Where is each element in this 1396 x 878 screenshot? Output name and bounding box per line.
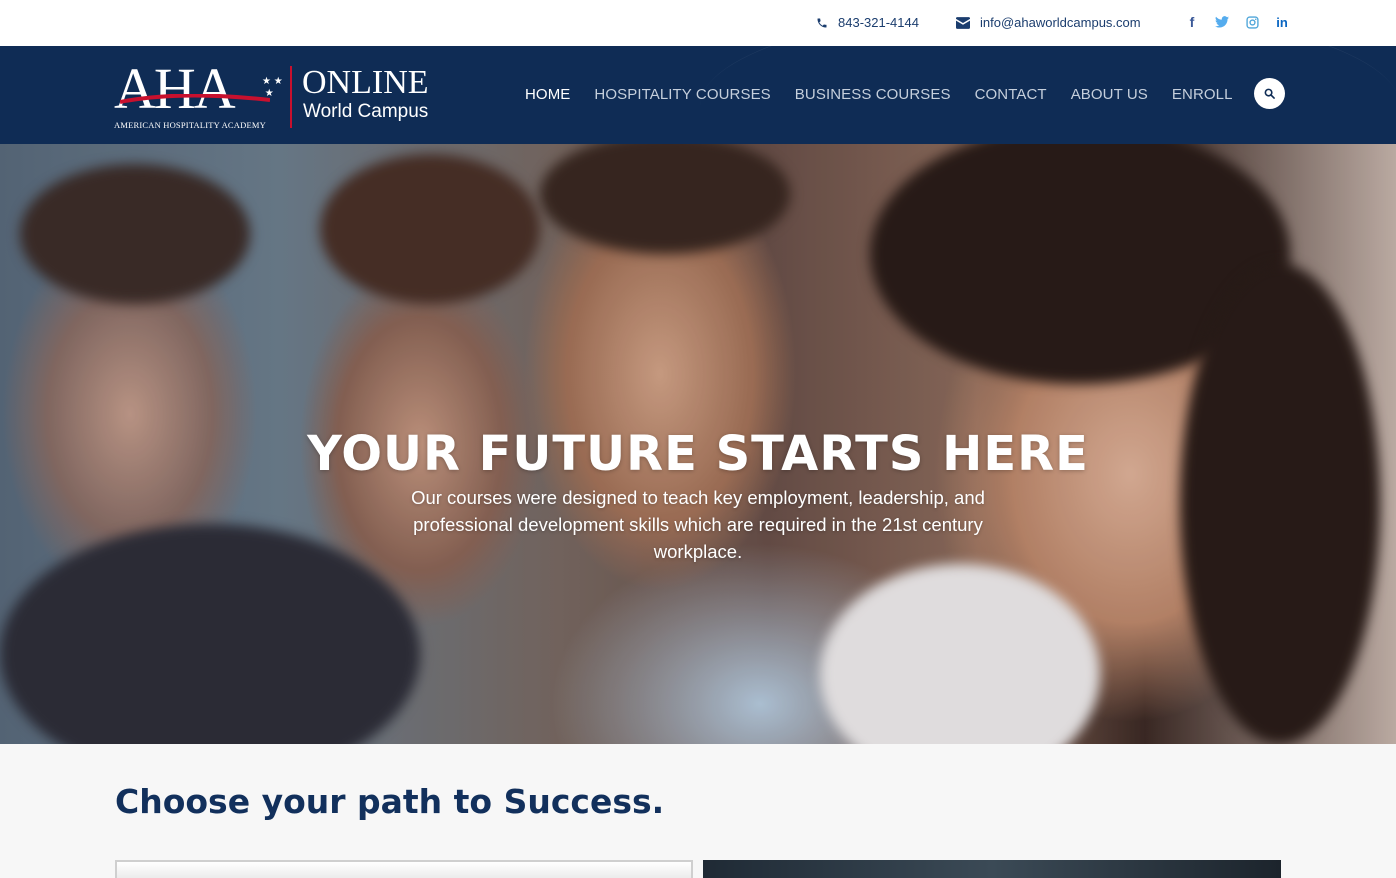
email-address[interactable]: info@ahaworldcampus.com	[980, 15, 1141, 30]
hero-banner: YOUR FUTURE STARTS HERE Our courses were…	[0, 144, 1396, 744]
logo-campus-text: World Campus	[303, 101, 429, 122]
site-logo[interactable]: AHA ★ ★ ★ AMERICAN HOSPITALITY ACADEMY O…	[114, 60, 444, 131]
phone-number[interactable]: 843-321-4144	[838, 15, 919, 30]
nav-hospitality-courses[interactable]: HOSPITALITY COURSES	[594, 86, 770, 103]
phone-contact[interactable]: 843-321-4144	[816, 15, 919, 30]
search-button[interactable]	[1254, 78, 1285, 109]
section-heading: Choose your path to Success.	[115, 782, 665, 821]
main-navbar: AHA ★ ★ ★ AMERICAN HOSPITALITY ACADEMY O…	[0, 46, 1396, 144]
email-contact[interactable]: info@ahaworldcampus.com	[956, 15, 1141, 30]
envelope-icon	[956, 16, 970, 29]
logo-online-text: ONLINE	[302, 64, 429, 101]
top-bar: 843-321-4144 info@ahaworldcampus.com f i…	[0, 0, 1396, 46]
instagram-icon[interactable]	[1244, 13, 1260, 31]
social-links: f in	[1184, 13, 1290, 31]
nav-contact[interactable]: CONTACT	[975, 86, 1047, 103]
linkedin-icon[interactable]: in	[1274, 13, 1290, 31]
logo-stripe	[120, 94, 270, 104]
hero-title: YOUR FUTURE STARTS HERE	[307, 426, 1089, 482]
paths-section: Choose your path to Success.	[0, 744, 1396, 878]
nav-about-us[interactable]: ABOUT US	[1071, 86, 1148, 103]
nav-home[interactable]: HOME	[525, 86, 570, 103]
nav-enroll[interactable]: ENROLL	[1172, 86, 1233, 103]
path-card-business[interactable]	[703, 860, 1281, 878]
main-menu: HOME HOSPITALITY COURSES BUSINESS COURSE…	[525, 86, 1257, 103]
phone-icon	[817, 18, 827, 27]
search-icon	[1264, 88, 1275, 99]
logo-stars: ★ ★ ★	[262, 76, 283, 99]
nav-business-courses[interactable]: BUSINESS COURSES	[795, 86, 951, 103]
logo-mark: AHA	[114, 56, 236, 121]
hero-subtitle: Our courses were designed to teach key e…	[411, 487, 985, 562]
twitter-icon[interactable]	[1214, 13, 1230, 31]
path-card-hospitality[interactable]	[115, 860, 693, 878]
logo-academy-text: AMERICAN HOSPITALITY ACADEMY	[114, 120, 266, 130]
facebook-icon[interactable]: f	[1184, 13, 1200, 31]
logo-divider	[290, 66, 292, 128]
